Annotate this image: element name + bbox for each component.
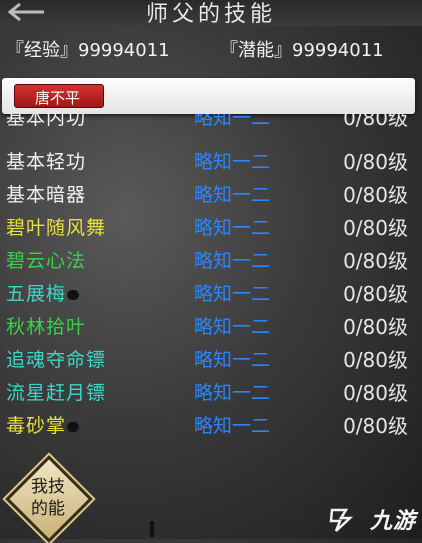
skill-level: 0/80级: [343, 150, 408, 174]
skill-name: 流星赶月镖: [6, 382, 107, 404]
skill-level: 0/80级: [343, 381, 408, 405]
exp-value: 『经验』99994011: [6, 40, 170, 61]
skill-list[interactable]: 基本内功 略知一二 0/80级 基本轻功 略知一二 0/80级 基本暗器 略知一…: [0, 114, 422, 444]
skill-level: 0/80级: [343, 348, 408, 372]
divider: [150, 521, 154, 537]
skill-level: 0/80级: [343, 114, 408, 130]
skill-name: 秋林拾叶: [6, 316, 87, 338]
skill-row[interactable]: 基本内功 略知一二 0/80级: [0, 114, 422, 132]
skill-name: 碧叶随风舞: [6, 217, 107, 239]
skill-level-name: 略知一二: [194, 217, 271, 239]
skill-level: 0/80级: [343, 249, 408, 273]
skill-level-name: 略知一二: [194, 382, 271, 404]
potential-value: 『潜能』99994011: [220, 40, 384, 61]
skill-row[interactable]: 秋林拾叶 略知一二 0/80级: [0, 309, 422, 341]
skill-row[interactable]: 流星赶月镖 略知一二 0/80级: [0, 375, 422, 407]
title-bar: 师父的技能: [0, 0, 422, 27]
skill-row[interactable]: 碧云心法 略知一二 0/80级: [0, 243, 422, 275]
skill-row[interactable]: 碧叶随风舞 略知一二 0/80级: [0, 210, 422, 242]
my-skills-label: 我技 的能: [31, 477, 65, 519]
page-title: 师父的技能: [145, 2, 276, 27]
watermark-text: 九游: [369, 509, 416, 534]
skill-name: 五展梅: [6, 279, 80, 306]
skill-level-name: 略知一二: [194, 349, 271, 371]
bead-icon: [67, 421, 80, 432]
master-select-button[interactable]: 唐不平: [14, 84, 104, 108]
skill-level-name: 略知一二: [194, 316, 271, 338]
skill-name: 基本轻功: [6, 151, 87, 173]
skill-level: 0/80级: [343, 216, 408, 240]
skill-name: 基本暗器: [6, 184, 87, 206]
master-selector-bar: 唐不平: [2, 78, 415, 114]
skill-name: 追魂夺命镖: [6, 349, 107, 371]
skill-row[interactable]: 追魂夺命镖 略知一二 0/80级: [0, 342, 422, 374]
skill-row[interactable]: 五展梅 略知一二 0/80级: [0, 276, 422, 308]
skill-level-name: 略知一二: [194, 283, 271, 305]
skill-level-name: 略知一二: [194, 114, 271, 129]
jiuyou-logo-icon: [326, 507, 356, 533]
skill-row[interactable]: 毒砂掌 略知一二 0/80级: [0, 408, 422, 440]
skill-level: 0/80级: [343, 315, 408, 339]
skill-name: 碧云心法: [6, 250, 87, 272]
skill-level-name: 略知一二: [194, 415, 271, 437]
skill-level: 0/80级: [343, 183, 408, 207]
skill-name: 基本内功: [6, 114, 87, 129]
skill-row[interactable]: 基本轻功 略知一二 0/80级: [0, 144, 422, 176]
skill-level-name: 略知一二: [194, 250, 271, 272]
skill-level: 0/80级: [343, 282, 408, 306]
skill-level-name: 略知一二: [194, 184, 271, 206]
stats-bar: 『经验』99994011 『潜能』99994011: [6, 36, 416, 61]
skill-row[interactable]: 基本暗器 略知一二 0/80级: [0, 177, 422, 209]
skill-name: 毒砂掌: [6, 411, 80, 438]
bead-icon: [67, 289, 80, 300]
skill-level: 0/80级: [343, 414, 408, 438]
my-skills-button[interactable]: 我技 的能: [5, 455, 93, 543]
skill-level-name: 略知一二: [194, 151, 271, 173]
